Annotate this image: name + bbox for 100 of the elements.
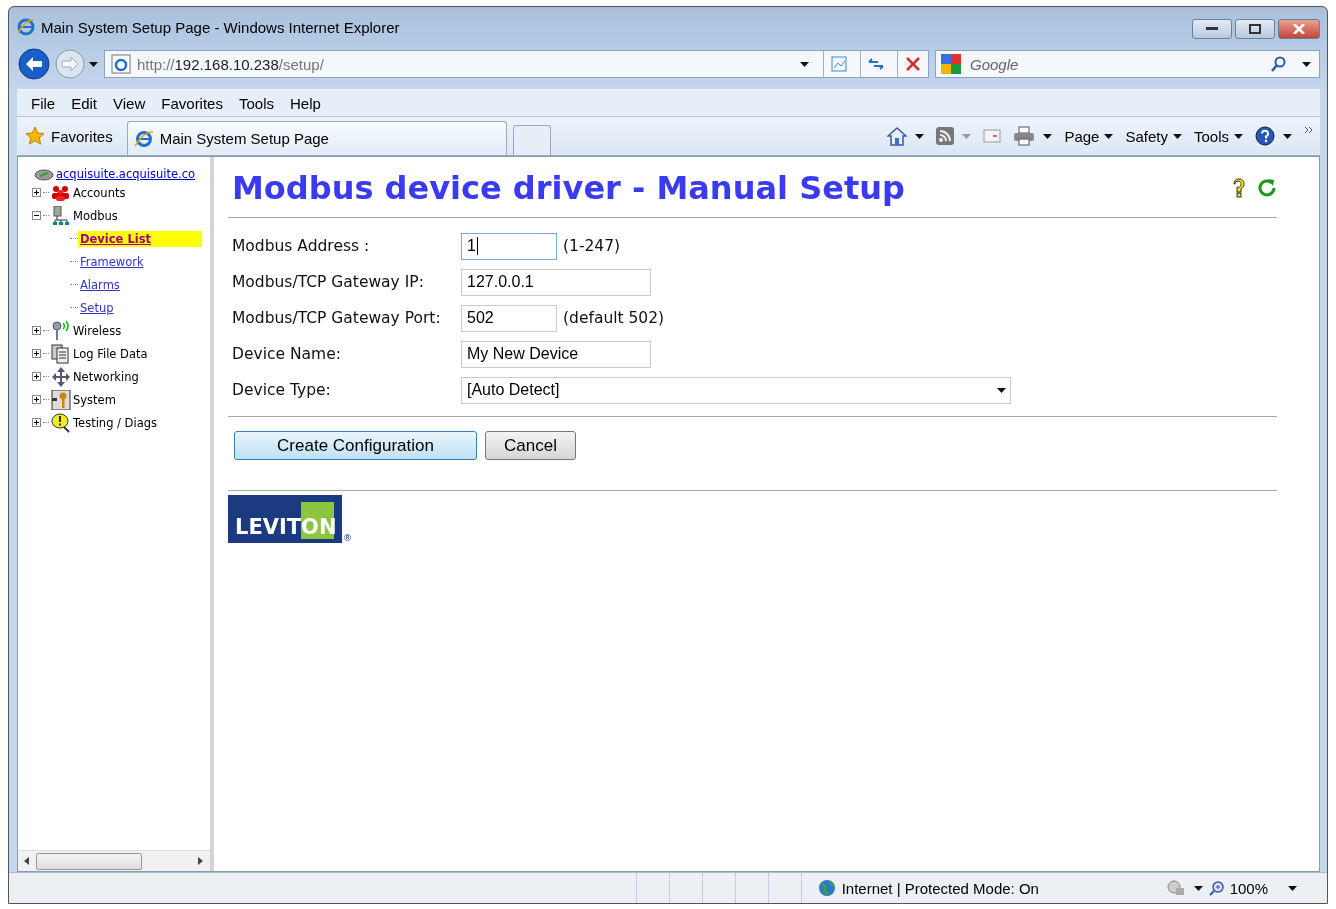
tree-item[interactable]: System	[73, 392, 116, 407]
dropdown-caret-icon	[1104, 133, 1114, 139]
field-label: Modbus/TCP Gateway Port:	[232, 309, 442, 327]
dropdown-caret-icon	[997, 387, 1006, 393]
scroll-thumb[interactable]	[36, 852, 142, 870]
expand-icon[interactable]	[32, 349, 41, 358]
field-label: Device Type:	[232, 381, 332, 399]
tree-link[interactable]: Setup	[78, 299, 202, 316]
close-button[interactable]	[1278, 19, 1320, 39]
broken-page-icon	[830, 55, 848, 73]
magnifier-icon	[51, 413, 70, 433]
tree-item[interactable]: Testing / Diags	[73, 415, 157, 430]
menu-item[interactable]: View	[107, 92, 152, 114]
tree-link[interactable]: Framework	[78, 253, 202, 270]
maximize-icon	[1249, 24, 1261, 34]
refresh-icon[interactable]	[1257, 177, 1277, 197]
text-field[interactable]: My New Device	[461, 340, 651, 368]
browser-logo-icon	[17, 18, 35, 36]
stop-icon	[906, 57, 920, 71]
protected-mode-button[interactable]	[1165, 879, 1203, 897]
home-button[interactable]	[887, 126, 925, 146]
tree-item[interactable]: Modbus	[73, 208, 118, 223]
field-label: Device Name:	[232, 345, 342, 363]
minimize-button[interactable]	[1192, 19, 1232, 39]
antenna-icon	[52, 320, 69, 340]
expand-icon[interactable]	[32, 395, 41, 404]
search-dropdown-caret-icon	[1302, 61, 1311, 67]
expand-icon[interactable]	[32, 372, 41, 381]
device-icon	[34, 167, 54, 181]
browser-tab[interactable]: Main System Setup Page	[126, 121, 507, 155]
cancel-button[interactable]: Cancel	[485, 431, 576, 460]
tree-item[interactable]: Wireless	[73, 323, 122, 338]
search-provider-icon	[940, 53, 962, 75]
field-hint: (1-247)	[563, 237, 621, 255]
browser-logo-icon	[133, 128, 154, 149]
mail-button[interactable]	[983, 129, 1002, 143]
globe-icon	[817, 879, 836, 897]
feeds-button[interactable]	[936, 127, 972, 145]
tree-item[interactable]: Networking	[73, 369, 139, 384]
command-menu[interactable]: Tools	[1193, 127, 1243, 145]
tree-item[interactable]: Log File Data	[73, 346, 148, 361]
command-menu[interactable]: Page	[1064, 127, 1114, 145]
menu-item[interactable]: Tools	[232, 92, 280, 114]
dropdown-caret-icon	[1234, 133, 1243, 139]
dropdown-caret-icon	[962, 133, 972, 139]
arrows-icon	[52, 366, 70, 387]
page-heading: Modbus device driver - Manual Setup	[232, 169, 905, 207]
dropdown-caret-icon	[1043, 133, 1053, 139]
address-field[interactable]: http://192.168.10.238/setup/	[104, 50, 929, 78]
menu-item[interactable]: Edit	[65, 92, 104, 114]
users-icon	[52, 185, 69, 201]
collapse-icon[interactable]	[32, 211, 41, 220]
field-hint: (default 502)	[563, 309, 665, 327]
close-icon	[1293, 24, 1305, 34]
text-field[interactable]: 127.0.0.1	[461, 268, 651, 296]
back-button[interactable]	[17, 47, 51, 81]
document-icon	[51, 344, 69, 363]
device-type-dropdown[interactable]: [Auto Detect]	[461, 376, 1011, 404]
search-field[interactable]: Google	[968, 54, 1264, 74]
chevron-icon[interactable]	[1304, 126, 1314, 134]
url-text: http://192.168.10.238/setup/	[137, 55, 325, 73]
help-icon[interactable]	[1231, 177, 1247, 199]
menu-item[interactable]: Favorites	[155, 92, 229, 114]
expand-icon[interactable]	[32, 326, 41, 335]
star-icon	[25, 126, 45, 146]
registered-mark: ®	[343, 533, 352, 543]
dropdown-caret-icon	[1283, 133, 1292, 139]
tree-root-link[interactable]: acquisuite.acquisuite.co	[56, 167, 196, 181]
page-icon	[111, 54, 131, 74]
maximize-button[interactable]	[1235, 19, 1275, 39]
menu-item[interactable]: File	[25, 92, 62, 114]
dropdown-caret-icon	[915, 133, 925, 139]
search-icon[interactable]	[1270, 56, 1286, 72]
scroll-right-icon[interactable]	[198, 857, 204, 865]
tree-item[interactable]: Accounts	[73, 185, 126, 200]
expand-icon[interactable]	[32, 188, 41, 197]
dropdown-caret-icon	[1193, 885, 1203, 891]
text-field[interactable]: 1	[461, 232, 557, 260]
scroll-left-icon[interactable]	[24, 857, 30, 865]
print-button[interactable]	[1013, 126, 1053, 146]
tree-link[interactable]: Alarms	[78, 276, 202, 293]
key-icon	[51, 389, 71, 410]
create-button[interactable]: Create Configuration	[234, 431, 477, 460]
menu-item[interactable]: Help	[284, 92, 327, 114]
favorites-button[interactable]: Favorites	[23, 120, 121, 152]
text-field[interactable]: 502	[461, 304, 557, 332]
network-icon	[53, 205, 69, 225]
zoom-button[interactable]: 100%	[1208, 879, 1268, 897]
security-zone-text: Internet | Protected Mode: On	[841, 879, 1039, 897]
command-menu[interactable]: Safety	[1125, 127, 1182, 145]
tree-link[interactable]: Device List	[78, 230, 202, 247]
field-label: Modbus Address :	[232, 237, 371, 255]
zoom-caret-icon	[1288, 885, 1297, 891]
field-label: Modbus/TCP Gateway IP:	[232, 273, 425, 291]
help-button[interactable]	[1255, 126, 1292, 146]
history-caret-icon	[89, 61, 98, 67]
zoom-icon	[1208, 880, 1225, 896]
minimize-icon	[1206, 27, 1218, 31]
expand-icon[interactable]	[32, 418, 41, 427]
search-box[interactable]: Google	[935, 50, 1320, 78]
